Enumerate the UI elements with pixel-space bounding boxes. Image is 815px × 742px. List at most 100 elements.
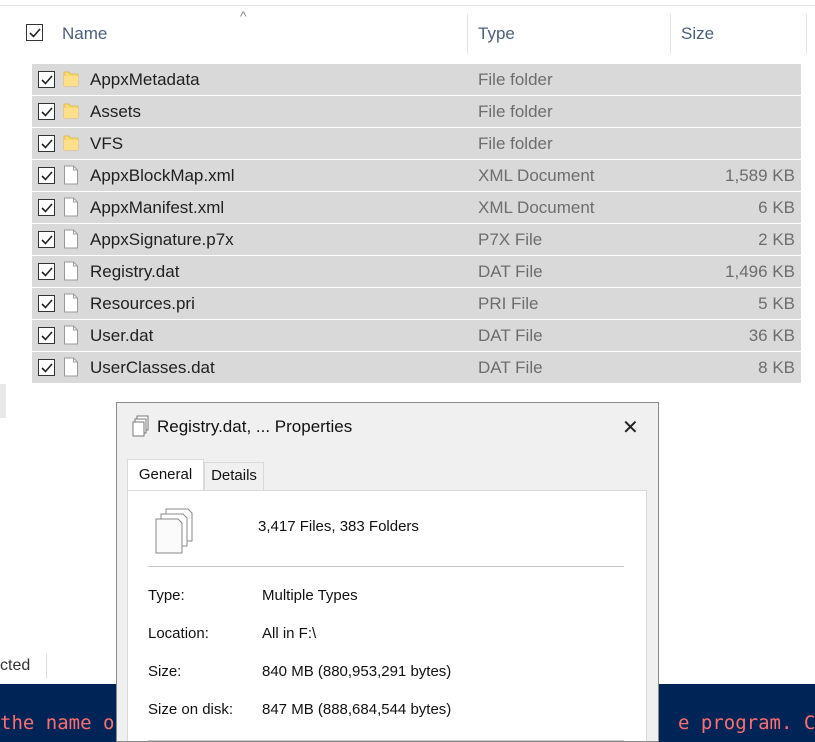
file-row[interactable]: AppxMetadata File folder [32, 64, 801, 95]
file-row[interactable]: VFS File folder [32, 128, 801, 159]
file-row[interactable]: AppxBlockMap.xml XML Document 1,589 KB [32, 160, 801, 191]
tab-general[interactable]: General [127, 459, 204, 492]
file-name[interactable]: Assets [90, 102, 141, 122]
column-divider[interactable] [467, 14, 468, 54]
file-type: DAT File [478, 262, 543, 281]
file-row[interactable]: User.dat DAT File 36 KB [32, 320, 801, 351]
row-checkbox[interactable] [38, 135, 55, 152]
folder-icon [63, 101, 79, 121]
divider [148, 740, 624, 741]
checkmark-icon [41, 75, 53, 85]
column-divider[interactable] [806, 14, 807, 54]
checkmark-icon [41, 363, 53, 373]
folder-icon [63, 69, 79, 89]
file-type: PRI File [478, 294, 539, 313]
checkmark-icon [41, 299, 53, 309]
file-name[interactable]: User.dat [90, 326, 153, 346]
row-checkbox[interactable] [38, 231, 55, 248]
tab-details[interactable]: Details [204, 462, 264, 490]
file-icon [63, 293, 79, 313]
status-divider [46, 654, 47, 678]
status-bar-text: cted [0, 657, 31, 674]
column-type-header[interactable]: Type [478, 24, 515, 44]
file-type: File folder [478, 70, 553, 89]
row-checkbox[interactable] [38, 103, 55, 120]
type-value: Multiple Types [262, 587, 358, 604]
file-row[interactable]: Resources.pri PRI File 5 KB [32, 288, 801, 319]
file-name[interactable]: AppxBlockMap.xml [90, 166, 235, 186]
checkmark-icon [41, 107, 53, 117]
file-row[interactable]: UserClasses.dat DAT File 8 KB [32, 352, 801, 383]
location-value: All in F:\ [262, 625, 317, 642]
top-divider [0, 5, 815, 6]
file-row[interactable]: AppxManifest.xml XML Document 6 KB [32, 192, 801, 223]
file-name[interactable]: UserClasses.dat [90, 358, 215, 378]
dialog-title: Registry.dat, ... Properties [157, 417, 353, 436]
checkmark-icon [41, 235, 53, 245]
file-name[interactable]: AppxManifest.xml [90, 198, 224, 218]
row-checkbox[interactable] [38, 263, 55, 280]
file-size: 8 KB [758, 358, 795, 377]
file-type: P7X File [478, 230, 543, 249]
file-row[interactable]: AppxSignature.p7x P7X File 2 KB [32, 224, 801, 255]
file-type: File folder [478, 134, 553, 153]
properties-dialog: Registry.dat, ... Properties ✕ General D… [116, 402, 659, 742]
sort-up-icon: ^ [240, 8, 247, 24]
folder-icon [63, 133, 79, 153]
file-name[interactable]: AppxSignature.p7x [90, 230, 234, 250]
close-icon[interactable]: ✕ [622, 415, 639, 440]
file-name[interactable]: Registry.dat [90, 262, 179, 282]
general-panel: 3,417 Files, 383 Folders Type: Multiple … [127, 490, 647, 741]
file-type: XML Document [478, 166, 595, 185]
file-icon [63, 357, 79, 377]
column-size-header[interactable]: Size [681, 24, 714, 44]
file-name[interactable]: VFS [90, 134, 123, 154]
file-icon [63, 229, 79, 249]
selection-summary: 3,417 Files, 383 Folders [258, 518, 419, 535]
file-row[interactable]: Assets File folder [32, 96, 801, 127]
file-icon [63, 197, 79, 217]
row-checkbox[interactable] [38, 359, 55, 376]
terminal-text-right: e program. Che [678, 712, 815, 734]
row-checkbox[interactable] [38, 199, 55, 216]
checkmark-icon [41, 331, 53, 341]
file-size: 6 KB [758, 198, 795, 217]
row-checkbox[interactable] [38, 295, 55, 312]
file-type: XML Document [478, 198, 595, 217]
terminal-text-left: the name o [0, 712, 115, 734]
navigation-pane-edge[interactable] [0, 384, 6, 418]
file-name[interactable]: AppxMetadata [90, 70, 200, 90]
location-label: Location: [148, 625, 209, 642]
row-checkbox[interactable] [38, 327, 55, 344]
file-name[interactable]: Resources.pri [90, 294, 195, 314]
column-divider[interactable] [670, 14, 671, 54]
file-size: 1,496 KB [725, 262, 795, 281]
file-icon [63, 165, 79, 185]
divider [148, 566, 624, 567]
checkmark-icon [41, 139, 53, 149]
size-label: Size: [148, 663, 182, 680]
file-type: DAT File [478, 358, 543, 377]
size-on-disk-label: Size on disk: [148, 701, 234, 718]
checkmark-icon [41, 171, 53, 181]
column-header: ^ Name Type Size [0, 8, 815, 54]
file-icon [63, 261, 79, 281]
size-on-disk-value: 847 MB (888,684,544 bytes) [262, 701, 452, 718]
multiple-files-icon [152, 507, 196, 562]
file-size: 2 KB [758, 230, 795, 249]
checkmark-icon [29, 28, 41, 38]
file-row[interactable]: Registry.dat DAT File 1,496 KB [32, 256, 801, 287]
multiple-files-icon [131, 415, 151, 442]
file-size: 1,589 KB [725, 166, 795, 185]
file-type: DAT File [478, 326, 543, 345]
file-icon [63, 325, 79, 345]
file-size: 36 KB [748, 326, 795, 345]
column-name-header[interactable]: Name [62, 24, 107, 44]
row-checkbox[interactable] [38, 71, 55, 88]
checkmark-icon [41, 203, 53, 213]
select-all-checkbox[interactable] [26, 24, 43, 41]
row-checkbox[interactable] [38, 167, 55, 184]
type-label: Type: [148, 587, 185, 604]
size-value: 840 MB (880,953,291 bytes) [262, 663, 452, 680]
checkmark-icon [41, 267, 53, 277]
